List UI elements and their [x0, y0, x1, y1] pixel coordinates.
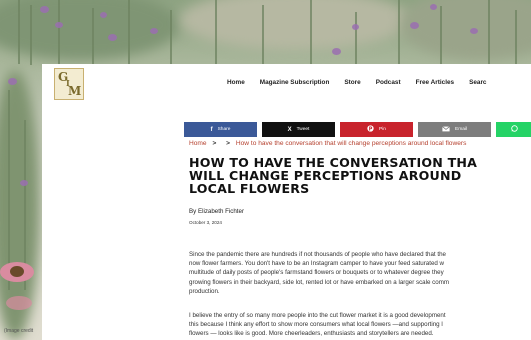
- whatsapp-icon: [511, 125, 518, 134]
- share-email-button[interactable]: Email: [418, 122, 491, 137]
- nav-magazine-subscription[interactable]: Magazine Subscription: [260, 79, 330, 86]
- x-twitter-icon: X: [287, 126, 292, 133]
- breadcrumb-home[interactable]: Home: [189, 140, 207, 147]
- nav-home[interactable]: Home: [227, 79, 245, 86]
- svg-text:P: P: [369, 126, 373, 132]
- main-nav: Home Magazine Subscription Store Podcast…: [227, 79, 502, 86]
- site-logo[interactable]: G I M: [54, 68, 84, 100]
- chevron-right-icon: >: [212, 140, 217, 147]
- image-credit: (Image credit: [4, 328, 34, 334]
- article-byline: By Elizabeth Fichter: [189, 208, 245, 215]
- nav-free-articles[interactable]: Free Articles: [416, 79, 454, 86]
- nav-search[interactable]: Searc: [469, 79, 486, 86]
- nav-podcast[interactable]: Podcast: [376, 79, 401, 86]
- chevron-right-icon: >: [226, 140, 230, 147]
- share-pinterest-button[interactable]: P Pin: [340, 122, 413, 137]
- breadcrumb-current[interactable]: How to have the conversation that will c…: [236, 140, 467, 147]
- share-pinterest-label: Pin: [379, 127, 386, 132]
- email-icon: [442, 125, 450, 134]
- share-facebook-button[interactable]: f Share: [184, 122, 257, 137]
- article-title: HOW TO HAVE THE CONVERSATION THA WILL CH…: [189, 155, 478, 196]
- article-page: G I M Home Magazine Subscription Store P…: [42, 64, 531, 340]
- article-paragraph: Since the pandemic there are hundreds if…: [189, 251, 449, 295]
- share-facebook-label: Share: [217, 127, 231, 132]
- share-twitter-button[interactable]: X Tweet: [262, 122, 335, 137]
- share-bar: f Share X Tweet P Pin Email: [184, 122, 531, 137]
- article-date: October 3, 2024: [189, 220, 222, 225]
- facebook-icon: f: [210, 126, 213, 133]
- pinterest-icon: P: [367, 125, 374, 134]
- breadcrumb: Home > > How to have the conversation th…: [189, 140, 466, 147]
- nav-store[interactable]: Store: [344, 79, 360, 86]
- share-email-label: Email: [455, 127, 467, 132]
- share-whatsapp-button[interactable]: [496, 122, 531, 137]
- share-twitter-label: Tweet: [296, 127, 310, 132]
- article-paragraph: I believe the entry of so many more peop…: [189, 312, 446, 338]
